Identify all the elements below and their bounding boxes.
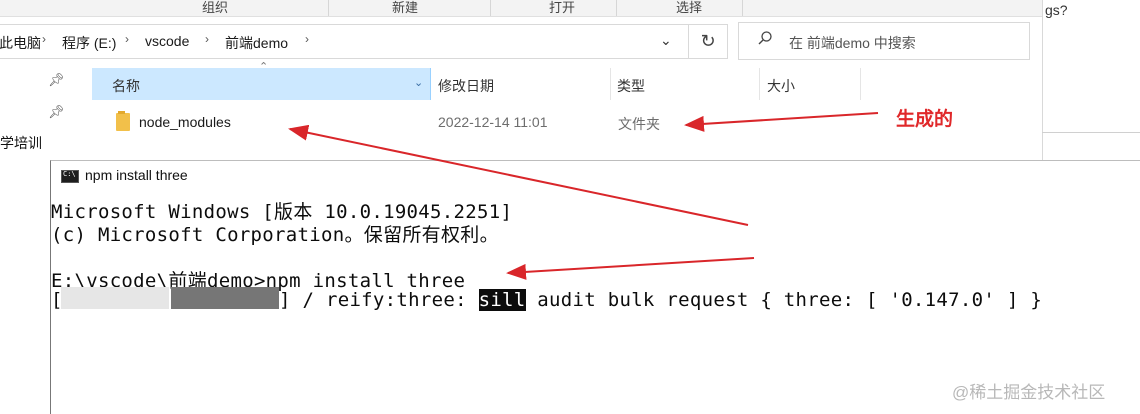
chevron-right-icon[interactable]: › (125, 32, 129, 46)
progress-bar-filled (171, 287, 279, 309)
divider (1042, 132, 1140, 133)
column-header-modified[interactable]: 修改日期 (430, 68, 610, 100)
progress-close-bracket: ] (279, 289, 291, 311)
search-icon (758, 31, 772, 45)
file-modified: 2022-12-14 11:01 (438, 114, 548, 130)
file-explorer-window: 组织 新建 打开 选择 此电脑 › 程序 (E:) › vscode › 前端d… (0, 0, 1043, 160)
log-level-highlight: sill (478, 289, 526, 311)
breadcrumb-vscode[interactable]: vscode (145, 33, 189, 49)
progress-bar-empty (61, 287, 169, 309)
refresh-icon: ↻ (700, 31, 716, 51)
column-filter-chevron-icon[interactable]: ⌄ (414, 76, 423, 89)
progress-detail: audit bulk request { three: [ '0.147.0' … (525, 289, 1043, 311)
pin-icon[interactable]: 📌︎ (48, 104, 65, 120)
search-placeholder[interactable]: 在 前端demo 中搜索 (789, 33, 916, 53)
progress-status: / reify:three: (290, 289, 479, 311)
refresh-button[interactable]: ↻ (688, 24, 728, 59)
ribbon-select[interactable]: 选择 (676, 0, 702, 16)
file-type: 文件夹 (618, 116, 660, 132)
command-prompt-icon (61, 170, 79, 183)
chevron-right-icon[interactable]: › (305, 32, 309, 46)
background-text-fragment: gs? (1045, 2, 1068, 18)
breadcrumb-drive[interactable]: 程序 (E:) (62, 33, 116, 53)
ribbon-organize[interactable]: 组织 (202, 0, 228, 16)
folder-icon (116, 111, 130, 131)
annotation-label: 生成的 (896, 109, 954, 130)
terminal-title-bar[interactable]: npm install three (51, 161, 1140, 191)
ribbon-bar: 组织 新建 打开 选择 (0, 0, 1042, 17)
column-header-size[interactable]: 大小 (760, 68, 860, 100)
column-header-modified-label: 修改日期 (438, 78, 494, 94)
column-header-name-label: 名称 (112, 78, 140, 94)
terminal-line: (c) Microsoft Corporation。保留所有权利。 (51, 224, 499, 246)
progress-open-bracket: [ (51, 289, 63, 311)
column-header-type[interactable]: 类型 (611, 68, 759, 100)
watermark: @稀土掘金技术社区 (952, 383, 1106, 402)
breadcrumb-this-pc[interactable]: 此电脑 (0, 33, 41, 53)
search-box[interactable]: 在 前端demo 中搜索 (738, 22, 1030, 60)
breadcrumb-current-folder[interactable]: 前端demo (225, 33, 288, 53)
column-header-size-label: 大小 (767, 78, 795, 94)
ribbon-open[interactable]: 打开 (549, 0, 575, 16)
sidebar-item-training[interactable]: 学培训 (0, 133, 42, 153)
pin-icon[interactable]: 📌︎ (48, 72, 65, 88)
address-bar[interactable]: 此电脑 › 程序 (E:) › vscode › 前端demo › ⌄ (0, 24, 728, 59)
sort-ascending-icon: ⌃ (259, 61, 269, 73)
terminal-window[interactable]: npm install three Microsoft Windows [版本 … (50, 160, 1140, 414)
chevron-right-icon[interactable]: › (42, 32, 46, 46)
file-name[interactable]: node_modules (139, 114, 231, 130)
ribbon-new[interactable]: 新建 (392, 0, 418, 16)
column-header-type-label: 类型 (617, 78, 645, 94)
terminal-progress-line: ] / reify:three: sill audit bulk request… (279, 289, 1042, 311)
chevron-right-icon[interactable]: › (205, 32, 209, 46)
terminal-title: npm install three (85, 167, 188, 183)
chevron-down-icon[interactable]: ⌄ (660, 32, 672, 49)
